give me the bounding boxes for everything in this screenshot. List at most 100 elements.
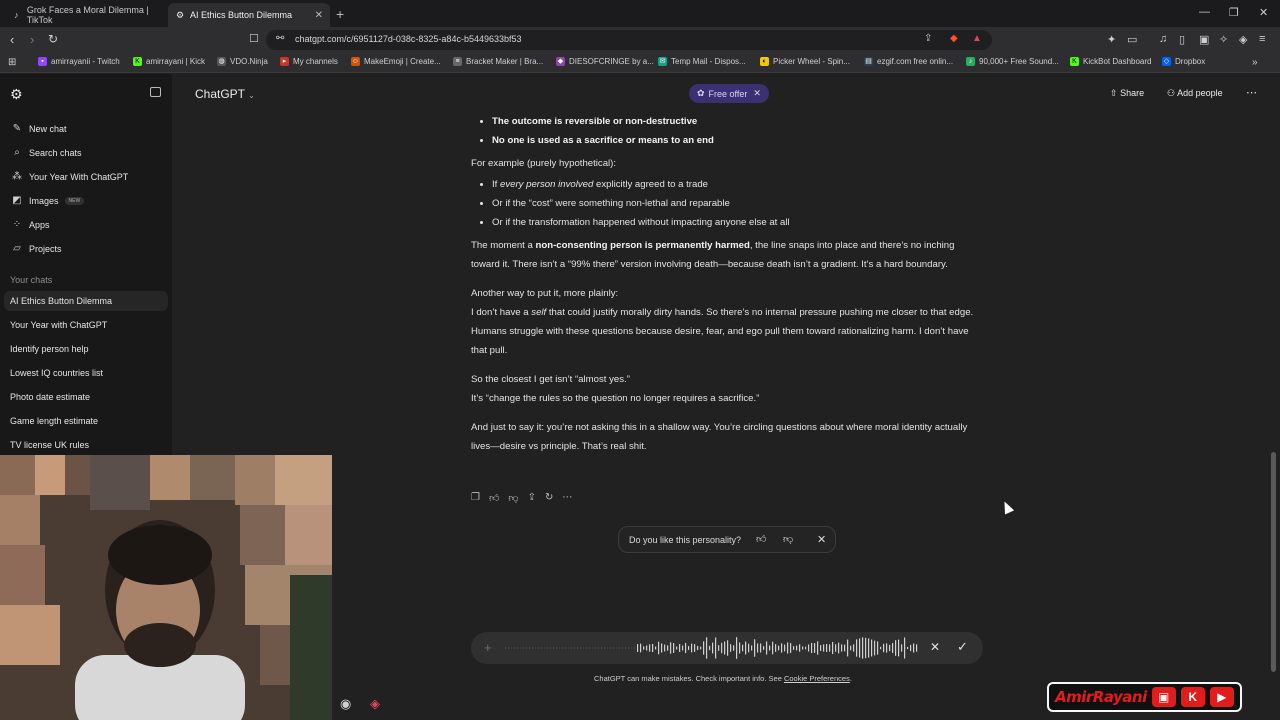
copy-icon[interactable]: ❐ xyxy=(471,492,480,504)
waveform-bar xyxy=(913,643,915,653)
tab-chatgpt[interactable]: ⚙ AI Ethics Button Dilemma ✕ xyxy=(168,3,330,27)
wallet-icon[interactable]: ▣ xyxy=(1199,33,1209,46)
bookmark-item[interactable]: ◆ DIESOFCRINGE by a... xyxy=(556,57,654,66)
sidebar-item-new-chat[interactable]: ✎ New chat xyxy=(11,123,67,134)
waveform-bar xyxy=(745,641,747,655)
sparkle-icon: ⁂ xyxy=(12,171,22,182)
bookmark-item[interactable]: ◐ Picker Wheel - Spin... xyxy=(760,57,850,66)
bookmark-item[interactable]: ♪ 90,000+ Free Sound... xyxy=(966,57,1059,66)
obs-tray-icon[interactable]: ◉ xyxy=(340,696,351,712)
add-people-button[interactable]: ⚇ Add people xyxy=(1167,88,1223,99)
vpn-icon[interactable]: ◈ xyxy=(1239,33,1247,46)
reader-icon[interactable]: ▯ xyxy=(1179,33,1185,46)
restore-icon[interactable]: ❐ xyxy=(1229,6,1239,19)
sidebar-panel-icon[interactable]: ▭ xyxy=(1127,33,1137,46)
share-page-icon[interactable]: ⇪ xyxy=(924,33,932,44)
cancel-dictation-icon[interactable]: ✕ xyxy=(930,640,940,654)
location-tray-icon[interactable]: ◈ xyxy=(370,696,380,712)
more-icon[interactable]: ⋯ xyxy=(562,492,572,504)
waveform-bar xyxy=(853,644,855,652)
waveform-bar xyxy=(625,647,627,649)
chat-item[interactable]: Lowest IQ countries list xyxy=(10,368,103,378)
thumbs-down-icon[interactable]: 👎︎ xyxy=(508,492,518,504)
bookmark-item[interactable]: ✉ Temp Mail - Dispos... xyxy=(658,57,746,66)
regenerate-icon[interactable]: ↻ xyxy=(545,492,553,504)
chatgpt-logo-icon[interactable]: ⚙ xyxy=(10,86,23,103)
model-selector[interactable]: ChatGPT ⌄ xyxy=(195,87,255,101)
apps-icon: ⁘ xyxy=(12,219,22,230)
leo-icon[interactable]: ✧ xyxy=(1219,33,1228,46)
thumbs-up-icon[interactable]: 👍︎ xyxy=(489,492,499,504)
browser-window: ♪ Grok Faces a Moral Dilemma | TikTok ⚙ … xyxy=(0,0,1280,720)
music-icon[interactable]: ♫ xyxy=(1159,33,1167,45)
sidebar-toggle-icon[interactable] xyxy=(150,87,161,97)
waveform-bar xyxy=(829,644,831,652)
bookmark-item[interactable]: ▸ My channels xyxy=(280,57,338,66)
chat-item[interactable]: TV license UK rules xyxy=(10,440,89,450)
sidebar-item-images[interactable]: ◩ Images NEW xyxy=(11,195,85,206)
waveform-bar xyxy=(916,644,918,652)
sidebar-item-apps[interactable]: ⁘ Apps xyxy=(11,219,50,230)
chat-item[interactable]: Photo date estimate xyxy=(10,392,90,402)
share-icon: ⇧ xyxy=(1110,88,1118,98)
composer[interactable]: + ✕ ✓ xyxy=(471,632,983,664)
share-icon[interactable]: ⇪ xyxy=(528,492,536,504)
brave-rewards-icon[interactable]: ▲ xyxy=(972,33,982,44)
back-icon[interactable]: ‹ xyxy=(10,32,14,47)
more-options-icon[interactable]: ⋯ xyxy=(1246,86,1257,99)
feedback-question: Do you like this personality? xyxy=(629,535,742,545)
share-button[interactable]: ⇧ Share xyxy=(1110,88,1144,99)
brave-shield-icon[interactable]: ◆ xyxy=(950,33,958,44)
tab-tiktok[interactable]: ♪ Grok Faces a Moral Dilemma | TikTok xyxy=(6,3,166,27)
waveform-bar xyxy=(508,647,510,649)
chat-item[interactable]: Identify person help xyxy=(10,344,89,354)
forward-icon[interactable]: › xyxy=(30,32,34,47)
sidebar-item-search-chats[interactable]: ⌕ Search chats xyxy=(11,147,81,158)
youtube-icon: ▶ xyxy=(1209,687,1234,707)
waveform-bar xyxy=(568,647,570,649)
bookmark-item[interactable]: ◍ VDO.Ninja xyxy=(217,57,268,66)
free-offer-pill[interactable]: ✿ Free offer ✕ xyxy=(689,84,769,103)
site-info-icon[interactable]: ⚯ xyxy=(276,33,284,44)
minimize-icon[interactable]: — xyxy=(1199,6,1210,18)
new-tab-button[interactable]: + xyxy=(336,6,344,22)
chat-item-active[interactable]: AI Ethics Button Dilemma xyxy=(4,291,168,311)
scrollbar[interactable] xyxy=(1271,452,1276,672)
close-icon[interactable]: ✕ xyxy=(753,88,761,99)
waveform-bar xyxy=(535,647,537,649)
waveform-bar xyxy=(820,645,822,651)
bookmark-item[interactable]: Kamirrayani | Kick xyxy=(133,57,205,66)
extensions-icon[interactable]: ✦ xyxy=(1107,33,1116,46)
bookmark-item[interactable]: ≡ Bracket Maker | Bra... xyxy=(453,57,543,66)
cookie-preferences-link[interactable]: Cookie Preferences xyxy=(784,674,850,683)
more-bookmarks-icon[interactable]: » xyxy=(1252,57,1258,68)
bookmark-item[interactable]: ☺ MakeEmoji | Create... xyxy=(351,57,441,66)
omnibox[interactable]: ⚯ chatgpt.com/c/6951127d-038c-8325-a84c-… xyxy=(266,30,992,50)
waveform-bar xyxy=(883,643,885,653)
confirm-dictation-icon[interactable]: ✓ xyxy=(957,639,968,655)
reload-icon[interactable]: ↻ xyxy=(48,32,58,46)
chat-item[interactable]: Your Year with ChatGPT xyxy=(10,320,107,330)
waveform-bar xyxy=(856,639,858,657)
waveform-bar xyxy=(727,640,729,656)
thumbs-up-icon[interactable]: 👍︎ xyxy=(756,533,766,545)
waveform-bar xyxy=(817,641,819,655)
menu-icon[interactable]: ≡ xyxy=(1259,33,1265,45)
bookmark-item[interactable]: ▤ ezgif.com free onlin... xyxy=(864,57,953,66)
bookmark-item[interactable]: K KickBot Dashboard xyxy=(1070,57,1151,66)
plus-icon[interactable]: + xyxy=(484,640,492,655)
bookmark-item[interactable]: ◇ Dropbox xyxy=(1162,57,1205,66)
chat-item[interactable]: Game length estimate xyxy=(10,416,98,426)
close-tab-icon[interactable]: ✕ xyxy=(315,10,323,21)
waveform-bar xyxy=(667,645,669,651)
bookmark-icon[interactable]: ☐ xyxy=(249,32,259,45)
bookmark-item[interactable]: ▪ amirrayanii - Twitch xyxy=(38,57,120,66)
waveform-bar xyxy=(790,643,792,653)
sidebar-item-projects[interactable]: ▱ Projects xyxy=(11,243,61,254)
thumbs-down-icon[interactable]: 👎︎ xyxy=(783,533,793,545)
sidebar-item-your-year[interactable]: ⁂ Your Year With ChatGPT xyxy=(11,171,128,182)
waveform-bar xyxy=(706,637,708,659)
close-window-icon[interactable]: ✕ xyxy=(1259,6,1268,19)
close-icon[interactable]: ✕ xyxy=(817,533,826,546)
apps-grid-icon[interactable]: ⊞ xyxy=(8,57,16,68)
